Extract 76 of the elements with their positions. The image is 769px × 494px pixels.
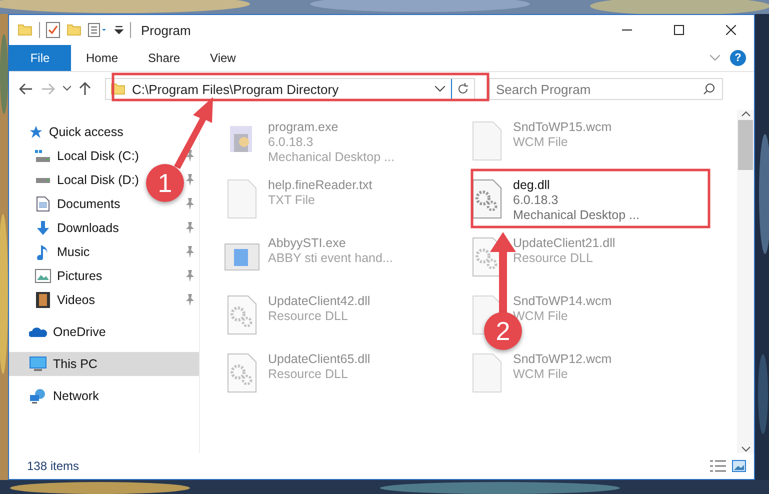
- drive-icon: [36, 178, 50, 182]
- scroll-up-icon[interactable]: [740, 110, 750, 118]
- file-name[interactable]: deg.dll: [513, 178, 640, 192]
- file-detail: ABBY sti event hand...: [268, 251, 393, 265]
- document-icon: [36, 196, 50, 212]
- sidebar-item[interactable]: Local Disk (D:): [57, 173, 139, 187]
- download-icon: [36, 220, 50, 236]
- address-path: C:\Program Files\Program Directory: [132, 82, 340, 96]
- sidebar-item[interactable]: Local Disk (C:): [57, 149, 139, 163]
- search-icon: [703, 83, 715, 95]
- film-icon: [36, 292, 50, 308]
- search-field[interactable]: Search Program: [489, 78, 723, 100]
- sidebar-item[interactable]: Network: [9, 384, 199, 408]
- pin-icon[interactable]: [185, 174, 195, 186]
- file-detail: Resource DLL: [513, 251, 594, 265]
- monitor-icon: [29, 356, 47, 372]
- sidebar-item[interactable]: Downloads: [57, 221, 119, 235]
- ribbon-tab[interactable]: View: [195, 45, 251, 71]
- up-button[interactable]: [77, 80, 93, 98]
- large-icons-view-icon[interactable]: [732, 460, 746, 472]
- scroll-thumb[interactable]: [738, 120, 753, 170]
- pin-icon[interactable]: [185, 150, 195, 162]
- file-detail: Resource DLL: [268, 309, 349, 323]
- refresh-icon: [457, 83, 469, 95]
- close-icon: [726, 25, 736, 35]
- forward-arrow-icon: [41, 83, 55, 95]
- ribbon-tab[interactable]: Home: [71, 45, 134, 71]
- scrollbar[interactable]: [737, 110, 754, 453]
- file-detail: Mechanical Desktop ...: [513, 208, 640, 222]
- cloud-icon: [29, 326, 47, 338]
- help-icon[interactable]: ?: [730, 50, 746, 66]
- sidebar-item[interactable]: Documents: [57, 197, 120, 211]
- sidebar-item[interactable]: Videos: [57, 293, 95, 307]
- minimize-icon: [622, 29, 632, 31]
- window-title: Program: [141, 22, 192, 38]
- network-icon: [29, 388, 47, 404]
- file-detail: Mechanical Desktop ...: [268, 150, 394, 164]
- chevron-down-icon: [63, 86, 71, 92]
- arrow: [174, 97, 213, 169]
- file-detail: WCM File: [513, 367, 569, 381]
- file-detail: TXT File: [268, 193, 316, 207]
- drive-icon: [35, 150, 51, 162]
- pin-icon[interactable]: [185, 294, 195, 306]
- star-icon: [29, 125, 43, 139]
- properties-icon[interactable]: [88, 23, 108, 37]
- sidebar-item[interactable]: This PC: [9, 352, 199, 376]
- item-count: 138 items: [27, 459, 80, 473]
- sidebar-item[interactable]: Pictures: [57, 269, 102, 283]
- maximize-icon: [674, 25, 684, 35]
- back-arrow-icon: [19, 83, 33, 95]
- music-note-icon: [37, 244, 49, 260]
- ribbon-tab[interactable]: Share: [133, 45, 196, 71]
- checklist-icon[interactable]: [46, 22, 60, 38]
- scroll-down-icon[interactable]: [740, 445, 750, 453]
- file-detail: 6.0.18.3: [268, 135, 314, 149]
- folder-icon: [17, 24, 33, 36]
- file-detail: 6.0.18.3: [513, 193, 560, 207]
- file-detail: Resource DLL: [268, 367, 349, 381]
- file-detail: WCM File: [513, 135, 569, 149]
- file-detail: WCM File: [513, 309, 569, 323]
- pin-icon[interactable]: [185, 246, 195, 258]
- details-view-icon[interactable]: [710, 460, 726, 472]
- sidebar-item[interactable]: Quick access: [9, 120, 199, 144]
- sidebar-item[interactable]: Music: [57, 245, 90, 259]
- up-arrow-icon: [79, 82, 91, 96]
- caret-icon[interactable]: [114, 26, 124, 34]
- pin-icon[interactable]: [185, 198, 195, 210]
- chevron-down-icon[interactable]: [435, 86, 445, 92]
- pictures-icon: [35, 269, 51, 283]
- sidebar-item[interactable]: OneDrive: [9, 320, 199, 344]
- ribbon-tab[interactable]: File: [9, 45, 71, 71]
- new-folder-icon[interactable]: [66, 24, 82, 36]
- pin-icon[interactable]: [185, 270, 195, 282]
- back-button[interactable]: [17, 81, 35, 97]
- address-field[interactable]: C:\Program Files\Program Directory: [105, 78, 475, 100]
- pin-icon[interactable]: [185, 222, 195, 234]
